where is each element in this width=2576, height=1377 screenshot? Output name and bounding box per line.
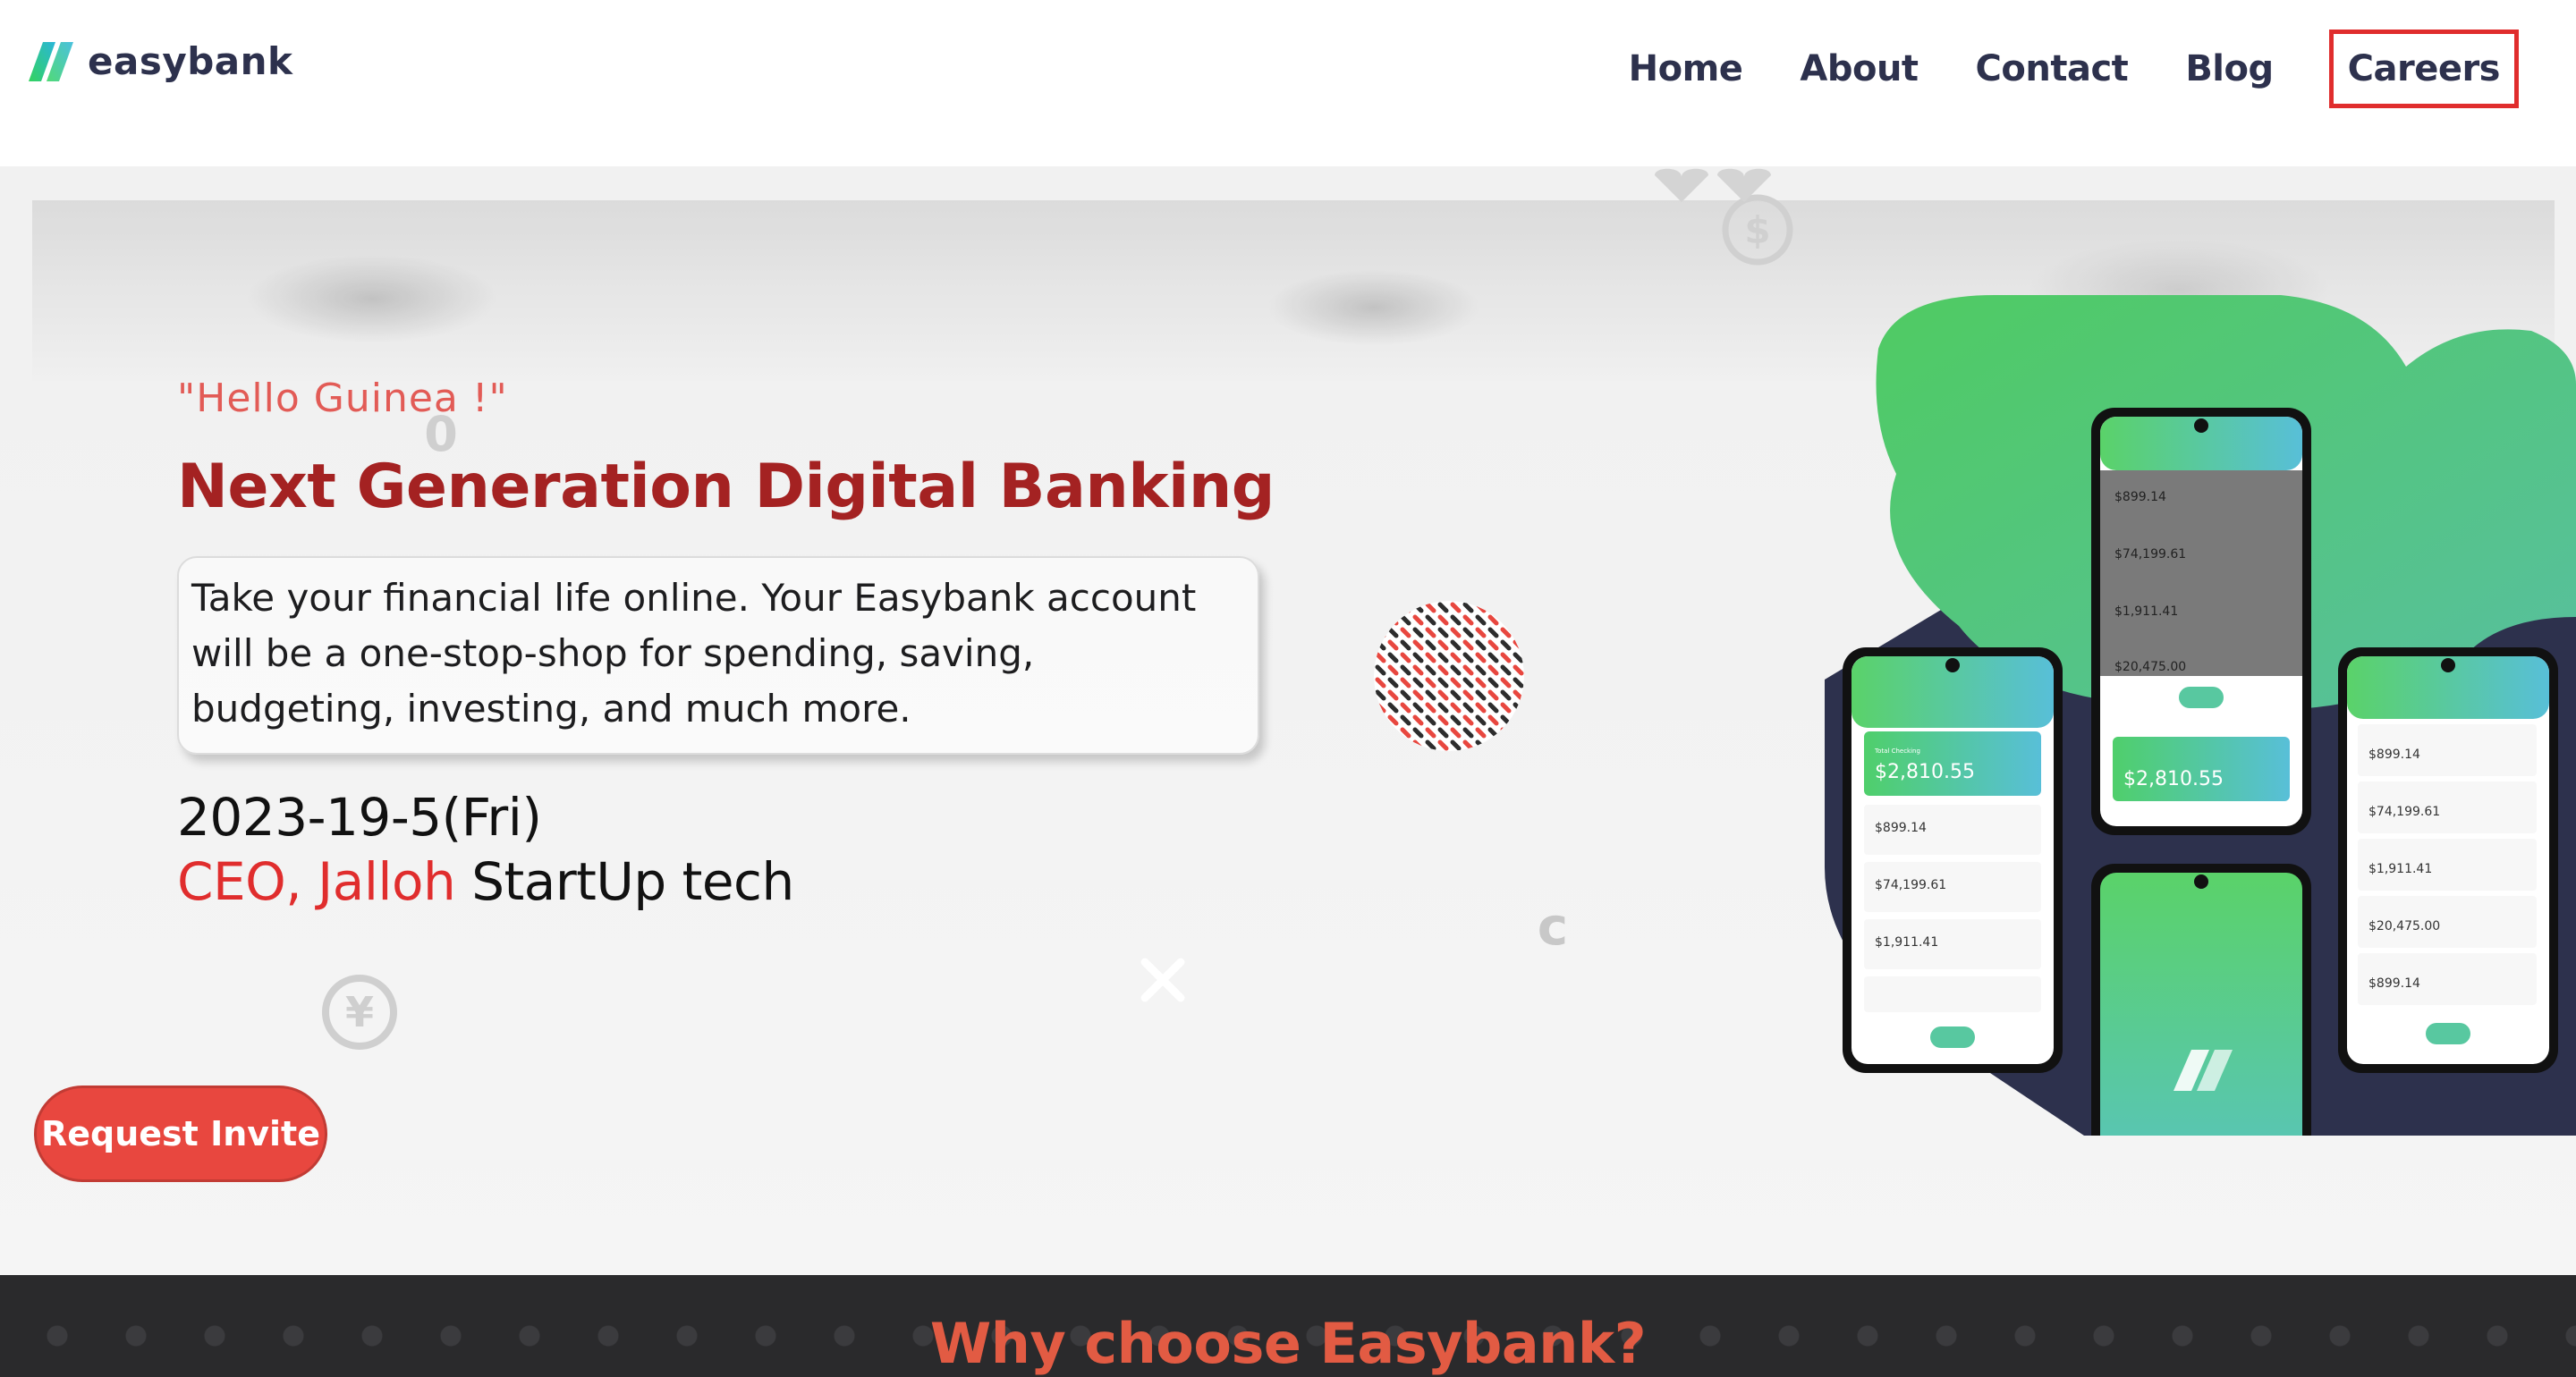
svg-text:Total Checking: Total Checking — [1874, 748, 1920, 755]
svg-text:$899.14: $899.14 — [2114, 490, 2166, 504]
hero-author: CEO, Jalloh StartUp tech — [177, 851, 1322, 912]
brand-logo[interactable]: easybank — [29, 39, 292, 83]
phone-top: $899.14 $74,199.61 $1,911.41 $20,475.00 … — [2091, 408, 2311, 835]
hero-title: Next Generation Digital Banking — [177, 452, 1275, 522]
svg-text:¥: ¥ — [345, 988, 374, 1036]
hero-date: 2023-19-5(Fri) — [177, 787, 542, 848]
nav-careers[interactable]: Careers — [2328, 30, 2519, 108]
svg-text:$20,475.00: $20,475.00 — [2114, 660, 2186, 674]
svg-text:$74,199.61: $74,199.61 — [2114, 547, 2186, 562]
why-section: Why choose Easybank? — [0, 1275, 2576, 1377]
phone-bottom — [2091, 864, 2311, 1136]
main-nav: Home About Contact Blog Careers — [1572, 29, 2576, 109]
hero-content: "Hello Guinea !" Next Generation Digital… — [177, 376, 1322, 912]
svg-text:c: c — [1538, 900, 1568, 953]
request-invite-button[interactable]: Request Invite — [34, 1086, 327, 1182]
phone-right: $899.14 $74,199.61 $1,911.41 $20,475.00 … — [2338, 647, 2558, 1073]
cent-icon: c — [1538, 900, 1568, 953]
svg-text:$899.14: $899.14 — [2368, 748, 2420, 762]
easybank-logo-icon — [29, 41, 73, 81]
nav-home[interactable]: Home — [1629, 48, 1743, 89]
svg-text:$899.14: $899.14 — [1875, 821, 1927, 835]
author-company: StartUp tech — [471, 851, 794, 912]
hero-description: Take your financial life online. Your Ea… — [177, 556, 1259, 755]
app-mockup-illustration: Total Checking $2,810.55 $899.14 $74,199… — [1825, 295, 2576, 1136]
cross-sparkle-icon — [1140, 958, 1185, 1002]
svg-text:$1,911.41: $1,911.41 — [1875, 935, 1938, 950]
hero-section: $ ¥ c 0 "Hello Guinea !" Next Generation… — [0, 166, 2576, 1275]
svg-text:$2,810.55: $2,810.55 — [2123, 768, 2224, 790]
dot-pattern-decoration — [1374, 601, 1524, 751]
svg-text:$74,199.61: $74,199.61 — [2368, 805, 2440, 819]
site-header: easybank Home About Contact Blog Careers — [0, 0, 2576, 166]
svg-text:$2,810.55: $2,810.55 — [1875, 761, 1975, 783]
svg-text:$1,911.41: $1,911.41 — [2368, 862, 2432, 876]
yen-coin-icon: ¥ — [322, 975, 397, 1050]
svg-text:$20,475.00: $20,475.00 — [2368, 919, 2440, 933]
author-role: CEO, Jalloh — [177, 851, 456, 912]
svg-text:$1,911.41: $1,911.41 — [2114, 604, 2178, 619]
hero-greeting: "Hello Guinea !" — [177, 376, 508, 421]
why-section-title: Why choose Easybank? — [929, 1311, 1647, 1376]
svg-text:$899.14: $899.14 — [2368, 976, 2420, 991]
nav-blog[interactable]: Blog — [2185, 48, 2274, 89]
nav-about[interactable]: About — [1800, 48, 1919, 89]
svg-text:$: $ — [1744, 208, 1770, 252]
phone-left: Total Checking $2,810.55 $899.14 $74,199… — [1843, 647, 2063, 1073]
heart-shapes-icon — [1655, 168, 1771, 202]
svg-text:$74,199.61: $74,199.61 — [1875, 878, 1946, 892]
brand-name: easybank — [88, 39, 293, 83]
nav-contact[interactable]: Contact — [1976, 48, 2129, 89]
